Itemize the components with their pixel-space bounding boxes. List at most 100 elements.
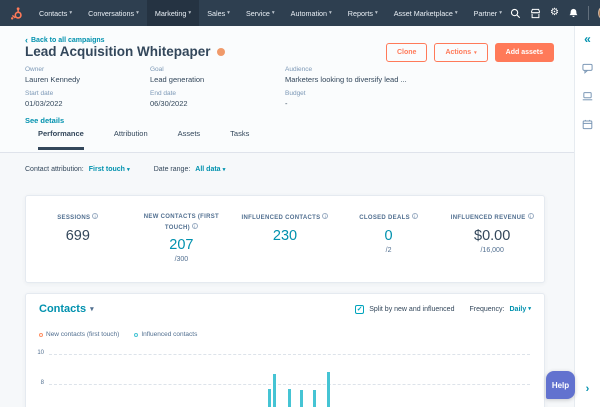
owner-label: Owner	[25, 66, 150, 73]
notifications-bell-icon[interactable]	[568, 8, 579, 19]
nav-item-marketing[interactable]: Marketing▾	[147, 0, 199, 26]
nav-item-label: Partner	[474, 9, 498, 18]
metric-value: 699	[32, 228, 124, 244]
info-icon[interactable]: i	[192, 223, 198, 229]
date-range-dropdown[interactable]: All data ▾	[195, 166, 225, 173]
chart-bar	[327, 372, 330, 407]
chart-bar	[268, 389, 271, 407]
settings-gear-icon[interactable]: ⚙	[550, 8, 559, 18]
metric-sessions: SESSIONSi 699	[26, 213, 130, 244]
back-to-campaigns-link[interactable]: ‹ Back to all campaigns	[25, 37, 105, 44]
metric-goal: /16,000	[446, 247, 538, 254]
calendar-icon[interactable]	[582, 119, 593, 130]
end-date-label: End date	[150, 90, 285, 97]
start-date-label: Start date	[25, 90, 150, 97]
nav-item-label: Contacts	[39, 9, 67, 18]
clone-button[interactable]: Clone	[386, 43, 427, 62]
metric-label: NEW CONTACTS (FIRST TOUCH)i	[136, 213, 228, 233]
tab-assets[interactable]: Assets	[178, 129, 201, 150]
chevron-down-icon: ▾	[528, 306, 531, 312]
metric-closed-deals: CLOSED DEALSi0/2	[337, 213, 441, 254]
owner-value: Lauren Kennedy	[25, 75, 150, 84]
nav-item-conversations[interactable]: Conversations▾	[80, 0, 147, 26]
chart-plot: 10 8	[26, 346, 544, 407]
back-link-label: Back to all campaigns	[31, 37, 105, 44]
nav-item-label: Reports	[348, 9, 373, 18]
tab-performance[interactable]: Performance	[38, 129, 84, 150]
chart-bar	[273, 374, 276, 407]
expand-chevron-icon[interactable]: ›	[586, 383, 590, 395]
y-axis-tick: 8	[26, 380, 44, 386]
help-button[interactable]: Help	[546, 371, 575, 399]
nav-items: Contacts▾Conversations▾Marketing▾Sales▾S…	[31, 0, 510, 26]
metric-goal: /2	[343, 247, 435, 254]
metric-label: CLOSED DEALSi	[343, 213, 435, 224]
chevron-down-icon: ▾	[90, 305, 94, 313]
contact-attribution-dropdown[interactable]: First touch ▾	[89, 166, 130, 173]
frequency-dropdown[interactable]: Daily ▾	[510, 306, 532, 313]
split-checkbox[interactable]: ✓	[355, 305, 364, 314]
nav-item-service[interactable]: Service▾	[238, 0, 283, 26]
legend-label: New contacts (first touch)	[46, 331, 119, 338]
start-date-value: 01/03/2022	[25, 99, 150, 108]
detail-goal: Goal Lead generation End date 06/30/2022	[150, 66, 285, 114]
metric-influenced-revenue: INFLUENCED REVENUEi$0.00/16,000	[440, 213, 544, 254]
metric-label: SESSIONSi	[32, 213, 124, 224]
frequency-label: Frequency:	[469, 306, 504, 313]
tab-tasks[interactable]: Tasks	[230, 129, 249, 150]
info-icon[interactable]: i	[412, 213, 418, 219]
contact-attribution-label: Contact attribution:	[25, 166, 84, 173]
nav-item-partner[interactable]: Partner▾	[466, 0, 510, 26]
budget-label: Budget	[285, 90, 515, 97]
chevron-down-icon: ▾	[127, 167, 130, 173]
comments-icon[interactable]	[582, 63, 593, 74]
header-buttons: Clone Actions▾ Add assets	[386, 43, 554, 62]
legend-label: Influenced contacts	[141, 331, 197, 338]
budget-value: -	[285, 99, 515, 108]
metric-value: 230	[239, 228, 331, 244]
metrics-summary-card: SESSIONSi 699 NEW CONTACTS (FIRST TOUCH)i 2…	[25, 195, 545, 283]
main-content: ‹ Back to all campaigns Lead Acquisition…	[0, 26, 574, 407]
date-range-label: Date range:	[154, 166, 191, 173]
nav-item-label: Marketing	[155, 9, 187, 18]
collapse-panel-icon[interactable]: «	[584, 32, 591, 46]
info-icon[interactable]: i	[322, 213, 328, 219]
metric-value: 207	[136, 237, 228, 253]
see-details-link[interactable]: See details	[25, 116, 64, 125]
tabs-divider	[0, 152, 574, 153]
actions-button[interactable]: Actions▾	[434, 43, 487, 62]
legend-item[interactable]: New contacts (first touch)	[39, 331, 119, 338]
search-icon[interactable]	[510, 8, 521, 19]
nav-item-asset-marketplace[interactable]: Asset Marketplace▾	[386, 0, 466, 26]
campaign-detail-page: Contacts▾Conversations▾Marketing▾Sales▾S…	[0, 0, 600, 407]
top-nav: Contacts▾Conversations▾Marketing▾Sales▾S…	[0, 0, 600, 26]
goal-label: Goal	[150, 66, 285, 73]
add-assets-button[interactable]: Add assets	[495, 43, 554, 62]
tabs: Performance Attribution Assets Tasks	[38, 129, 249, 150]
nav-item-sales[interactable]: Sales▾	[199, 0, 238, 26]
gridline-8	[49, 384, 530, 385]
nav-item-contacts[interactable]: Contacts▾	[31, 0, 80, 26]
legend-marker-icon	[134, 333, 138, 337]
right-sidebar-rail: « ›	[574, 26, 600, 407]
audience-label: Audience	[285, 66, 515, 73]
nav-item-automation[interactable]: Automation▾	[283, 0, 340, 26]
devices-preview-icon[interactable]	[582, 91, 593, 102]
chevron-down-icon: ▾	[223, 167, 226, 173]
gridline-10	[49, 354, 530, 355]
legend-item[interactable]: Influenced contacts	[134, 331, 197, 338]
page-title: Lead Acquisition Whitepaper	[25, 44, 211, 59]
chevron-down-icon: ▾	[227, 10, 230, 16]
marketplace-icon[interactable]	[530, 8, 541, 19]
tab-attribution[interactable]: Attribution	[114, 129, 148, 150]
chevron-down-icon: ▾	[69, 10, 72, 16]
info-icon[interactable]: i	[92, 213, 98, 219]
info-icon[interactable]: i	[528, 213, 534, 219]
contacts-report-dropdown[interactable]: Contacts ▾	[39, 303, 94, 315]
chevron-down-icon: ▾	[136, 10, 139, 16]
chevron-down-icon: ▾	[188, 10, 191, 16]
page-title-row: Lead Acquisition Whitepaper	[25, 44, 225, 59]
nav-item-reports[interactable]: Reports▾	[340, 0, 386, 26]
nav-item-label: Automation	[291, 9, 327, 18]
hubspot-logo-icon[interactable]	[10, 7, 23, 20]
